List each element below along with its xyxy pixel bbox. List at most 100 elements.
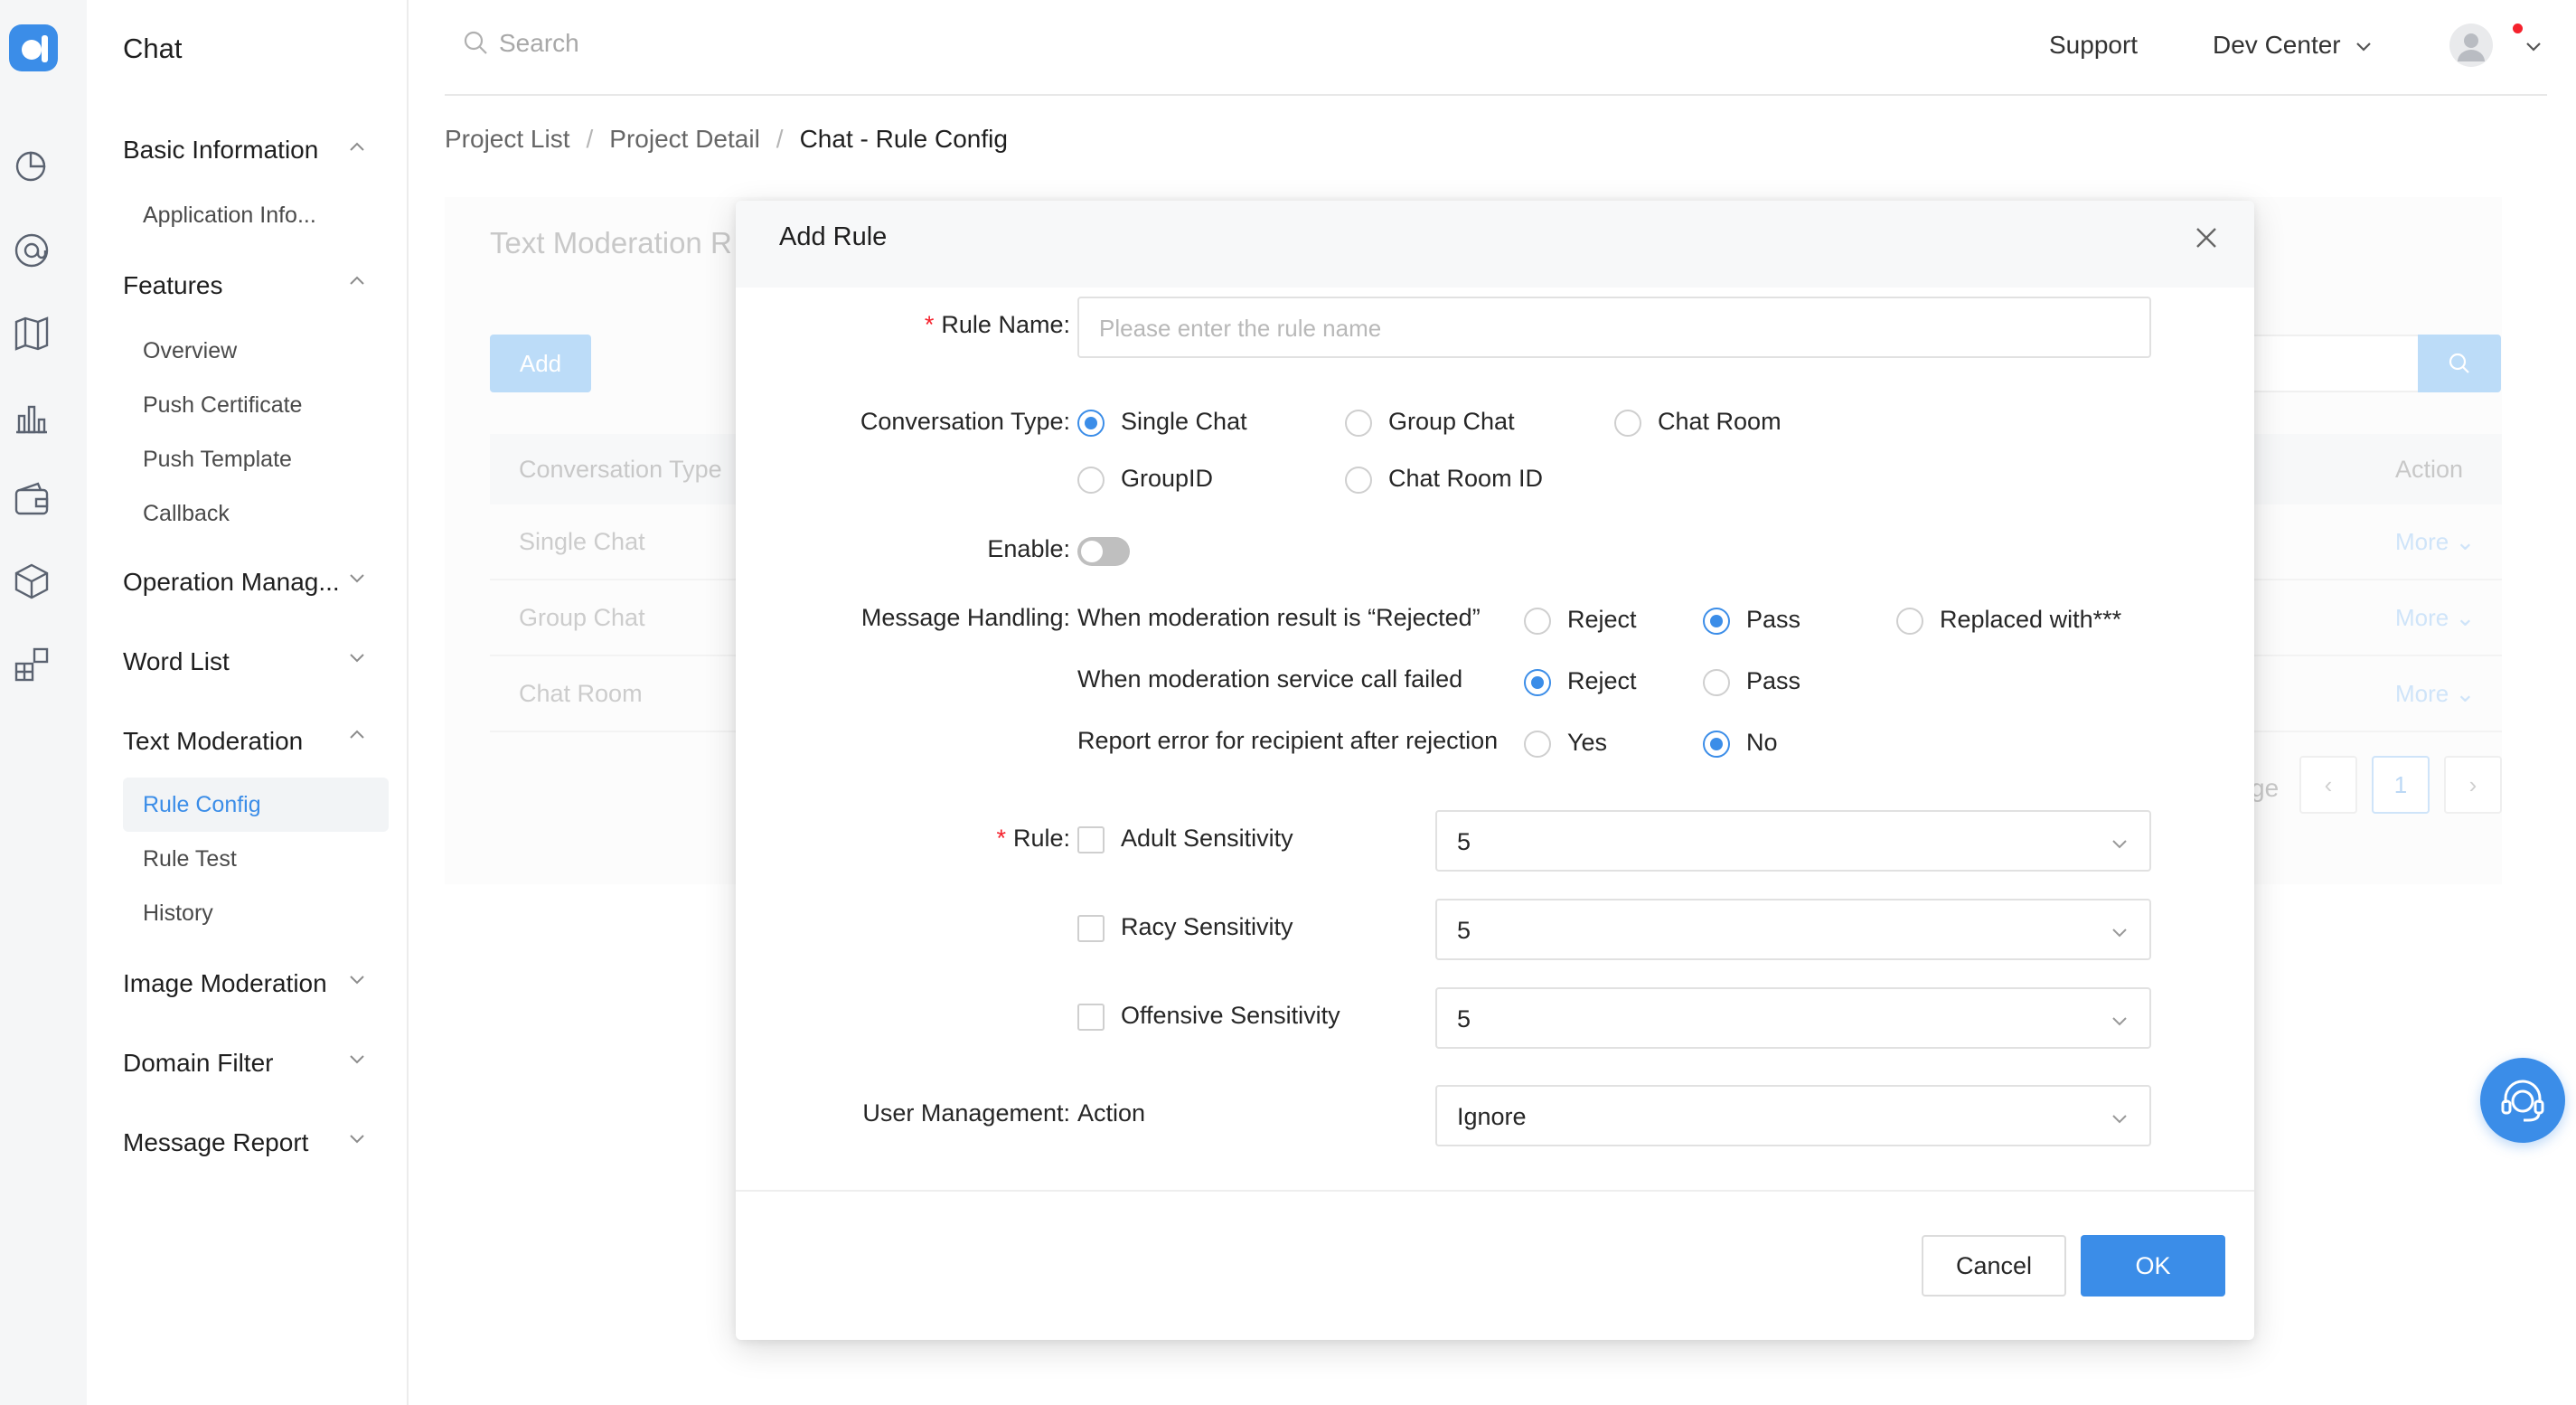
user-management-action-select[interactable]: Ignore <box>1435 1085 2151 1146</box>
sidebar-item-callback[interactable]: Callback <box>143 501 230 527</box>
select-value: 5 <box>1457 1005 1471 1033</box>
dialog-footer-divider <box>736 1190 2254 1192</box>
chevron-down-icon[interactable] <box>347 647 367 667</box>
dialog-header: Add Rule <box>736 201 2254 288</box>
radio-label: Yes <box>1567 729 1608 756</box>
chevron-down-icon[interactable] <box>347 1049 367 1069</box>
add-rule-button[interactable]: Add <box>490 335 591 392</box>
chevron-down-icon[interactable] <box>347 1128 367 1148</box>
chevron-down-icon <box>2112 1017 2127 1026</box>
search-input[interactable]: Search <box>499 29 579 58</box>
sidebar-item-application-info[interactable]: Application Info... <box>143 203 316 229</box>
sidebar-group-word-list[interactable]: Word List <box>123 647 230 676</box>
user-management-label-text: User Management <box>862 1099 1064 1127</box>
bar-chart-icon[interactable] <box>11 396 52 438</box>
conversation-type-label-text: Conversation Type <box>860 408 1064 435</box>
select-value: Ignore <box>1457 1103 1527 1130</box>
sidebar-item-push-certificate[interactable]: Push Certificate <box>143 392 302 419</box>
chevron-down-icon[interactable] <box>347 568 367 588</box>
ok-button[interactable]: OK <box>2081 1235 2225 1297</box>
sidebar-item-overview[interactable]: Overview <box>143 338 237 364</box>
sidebar-item-push-template[interactable]: Push Template <box>143 447 292 473</box>
rule-name-label-text: Rule Name <box>941 311 1064 338</box>
row-more-button[interactable]: More ⌄ <box>2395 680 2475 708</box>
moderation-rejected-label: When moderation result is “Rejected” <box>1077 604 1481 631</box>
sidebar-group-text-moderation[interactable]: Text Moderation <box>123 727 303 756</box>
pagination-label: ge <box>2251 774 2280 802</box>
row-more-button[interactable]: More ⌄ <box>2395 528 2475 556</box>
rule-label-text: Rule <box>1012 825 1064 852</box>
column-conversation-type: Conversation Type <box>519 456 722 483</box>
pagination-prev-button[interactable]: ‹ <box>2299 756 2357 814</box>
radio-label: Pass <box>1746 667 1801 694</box>
more-label: More <box>2395 528 2449 555</box>
breadcrumb-project-detail[interactable]: Project Detail <box>609 125 760 153</box>
sidebar-group-message-report[interactable]: Message Report <box>123 1128 308 1157</box>
at-sign-icon[interactable] <box>11 230 52 271</box>
rule-search-button[interactable] <box>2418 335 2501 392</box>
checkbox-label: Adult Sensitivity <box>1121 825 1293 852</box>
adult-sensitivity-select[interactable]: 5 <box>1435 810 2151 872</box>
enable-toggle[interactable] <box>1077 537 1130 566</box>
pagination-next-button[interactable]: › <box>2444 756 2502 814</box>
chevron-up-icon[interactable] <box>347 271 367 291</box>
column-action: Action <box>2395 456 2464 483</box>
sidebar-item-rule-config[interactable]: Rule Config <box>143 792 261 818</box>
cancel-button[interactable]: Cancel <box>1922 1235 2066 1297</box>
toggle-knob <box>1081 541 1103 562</box>
chevron-down-icon <box>2112 840 2127 849</box>
sidebar-group-features[interactable]: Features <box>123 271 223 300</box>
app-logo-icon[interactable] <box>7 23 60 73</box>
pagination-page[interactable]: 1 <box>2372 756 2430 814</box>
sidebar-item-history[interactable]: History <box>143 901 213 927</box>
avatar[interactable] <box>2449 24 2493 67</box>
box-3d-icon[interactable] <box>11 561 52 602</box>
rule-name-placeholder: Please enter the rule name <box>1099 315 1382 342</box>
row-more-button[interactable]: More ⌄ <box>2395 604 2475 632</box>
support-link[interactable]: Support <box>2049 31 2138 60</box>
search-icon <box>2449 353 2469 373</box>
icon-rail <box>0 0 87 1405</box>
apps-grid-icon[interactable] <box>11 644 52 685</box>
enable-label: Enable: <box>987 535 1070 562</box>
report-error-label: Report error for recipient after rejecti… <box>1077 727 1499 754</box>
rule-name-input[interactable]: Please enter the rule name <box>1077 297 2151 358</box>
sidebar-item-rule-test[interactable]: Rule Test <box>143 846 237 872</box>
search-icon <box>464 31 487 54</box>
headset-icon <box>2501 1080 2544 1122</box>
required-mark: * <box>924 311 935 338</box>
rule-label: * Rule: <box>996 825 1070 852</box>
dev-center-menu[interactable]: Dev Center <box>2213 31 2341 60</box>
close-icon[interactable] <box>2193 224 2220 251</box>
chevron-down-icon[interactable] <box>2354 36 2374 56</box>
chevron-up-icon[interactable] <box>347 137 367 157</box>
breadcrumb-project-list[interactable]: Project List <box>445 125 570 153</box>
map-icon[interactable] <box>11 313 52 354</box>
select-value: 5 <box>1457 828 1471 855</box>
chevron-up-icon[interactable] <box>347 725 367 745</box>
more-label: More <box>2395 604 2449 631</box>
checkbox-label: Offensive Sensitivity <box>1121 1002 1340 1029</box>
add-rule-dialog: Add Rule * Rule Name: Please enter the ru… <box>736 201 2254 1340</box>
action-label: Action <box>1077 1099 1146 1127</box>
sidebar-group-basic-information[interactable]: Basic Information <box>123 136 318 165</box>
sidebar-group-image-moderation[interactable]: Image Moderation <box>123 969 327 998</box>
conversation-type-label: Conversation Type: <box>860 408 1070 435</box>
sidebar: Chat Basic Information Application Info.… <box>87 0 409 1405</box>
customer-support-button[interactable] <box>2480 1058 2565 1143</box>
sidebar-group-operation-management[interactable]: Operation Manag... <box>123 568 340 597</box>
wallet-icon[interactable] <box>11 479 52 521</box>
sidebar-group-domain-filter[interactable]: Domain Filter <box>123 1049 273 1078</box>
breadcrumb-current: Chat - Rule Config <box>799 125 1008 153</box>
racy-sensitivity-select[interactable]: 5 <box>1435 899 2151 960</box>
offensive-sensitivity-select[interactable]: 5 <box>1435 987 2151 1049</box>
chevron-down-icon[interactable] <box>2524 36 2543 56</box>
rule-name-label: * Rule Name: <box>924 311 1070 338</box>
radio-label: Chat Room ID <box>1388 465 1544 492</box>
chevron-down-icon[interactable] <box>347 969 367 989</box>
dialog-title: Add Rule <box>779 222 888 251</box>
dashboard-pie-icon[interactable] <box>11 145 52 186</box>
row-conversation-type: Single Chat <box>519 528 645 555</box>
radio-label: Reject <box>1567 667 1637 694</box>
breadcrumb-separator: / <box>586 125 594 153</box>
